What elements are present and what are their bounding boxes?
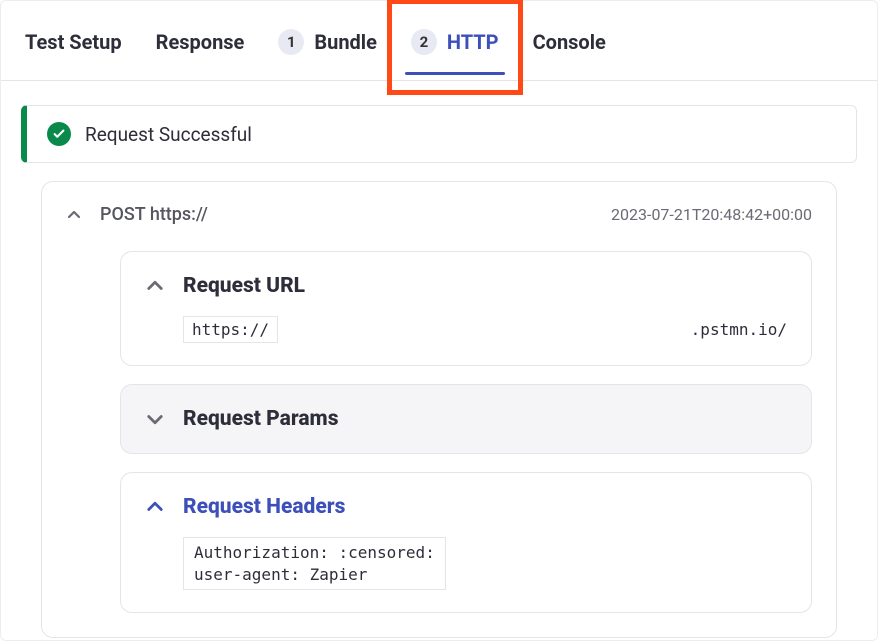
tab-count-badge: 1 [278,29,304,55]
section-request-headers: Request Headers Authorization: :censored… [120,472,812,613]
request-headers-value: Authorization: :censored: user-agent: Za… [183,537,446,590]
chevron-up-icon [145,276,165,296]
request-card: POST https:// 2023-07-21T20:48:42+00:00 … [41,181,837,638]
tab-http[interactable]: 2 HTTP [411,29,499,75]
section-toggle[interactable]: Request Headers [145,495,787,519]
section-title: Request Headers [183,495,345,519]
chevron-up-icon [145,497,165,517]
section-title: Request URL [183,274,305,298]
tab-test-setup[interactable]: Test Setup [25,30,122,74]
section-request-params: Request Params [120,384,812,454]
section-toggle[interactable]: Request URL [145,274,787,298]
request-url-value: https:// .pstmn.io/ [183,316,787,343]
url-host-suffix: .pstmn.io/ [691,320,787,339]
section-title: Request Params [183,407,338,431]
tab-count-badge: 2 [411,29,437,55]
tab-bundle[interactable]: 1 Bundle [278,29,377,75]
tab-console[interactable]: Console [533,30,606,74]
chevron-up-icon [66,207,82,223]
request-sections: Request URL https:// .pstmn.io/ Request … [120,251,812,613]
request-header-row[interactable]: POST https:// 2023-07-21T20:48:42+00:00 [66,204,812,225]
tab-label: Bundle [314,30,377,54]
tab-response[interactable]: Response [156,30,245,74]
tab-bar: Test Setup Response 1 Bundle 2 HTTP Cons… [1,1,877,81]
section-request-url: Request URL https:// .pstmn.io/ [120,251,812,366]
status-banner: Request Successful [21,105,857,163]
section-body: Authorization: :censored: user-agent: Za… [183,537,787,590]
tab-label: Console [533,30,606,54]
chevron-down-icon [145,409,165,429]
url-scheme: https:// [183,316,278,343]
tab-label: Response [156,30,245,54]
status-message: Request Successful [85,123,252,146]
tab-label: HTTP [447,30,499,54]
section-toggle[interactable]: Request Params [145,407,787,431]
success-check-icon [47,122,71,146]
tab-label: Test Setup [25,30,122,54]
request-timestamp: 2023-07-21T20:48:42+00:00 [611,205,812,224]
request-summary: POST https:// [100,204,593,225]
section-body: https:// .pstmn.io/ [183,316,787,343]
